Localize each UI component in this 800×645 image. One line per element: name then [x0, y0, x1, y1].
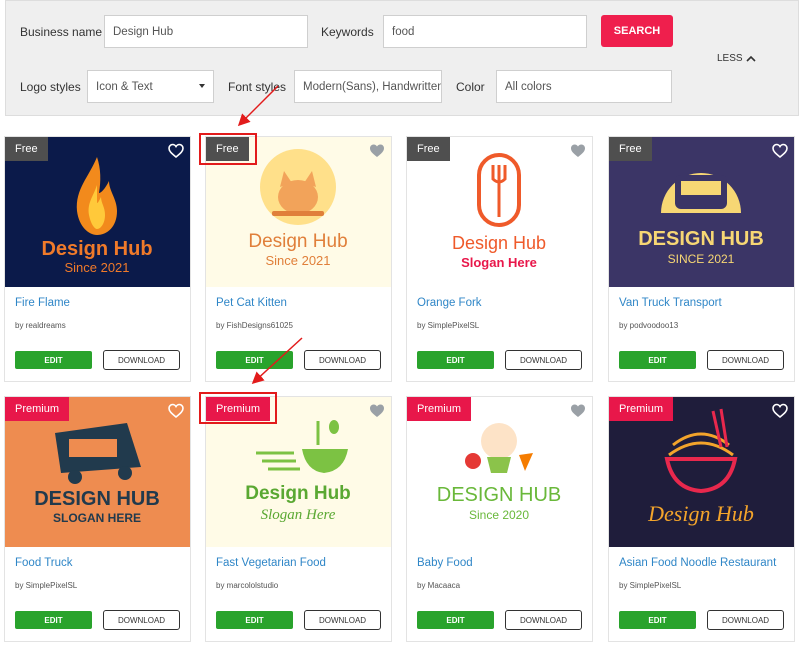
- arrow-to-free-badge: [237, 85, 279, 127]
- arrow-to-premium-badge: [251, 337, 303, 385]
- annotation-arrows: [237, 85, 303, 385]
